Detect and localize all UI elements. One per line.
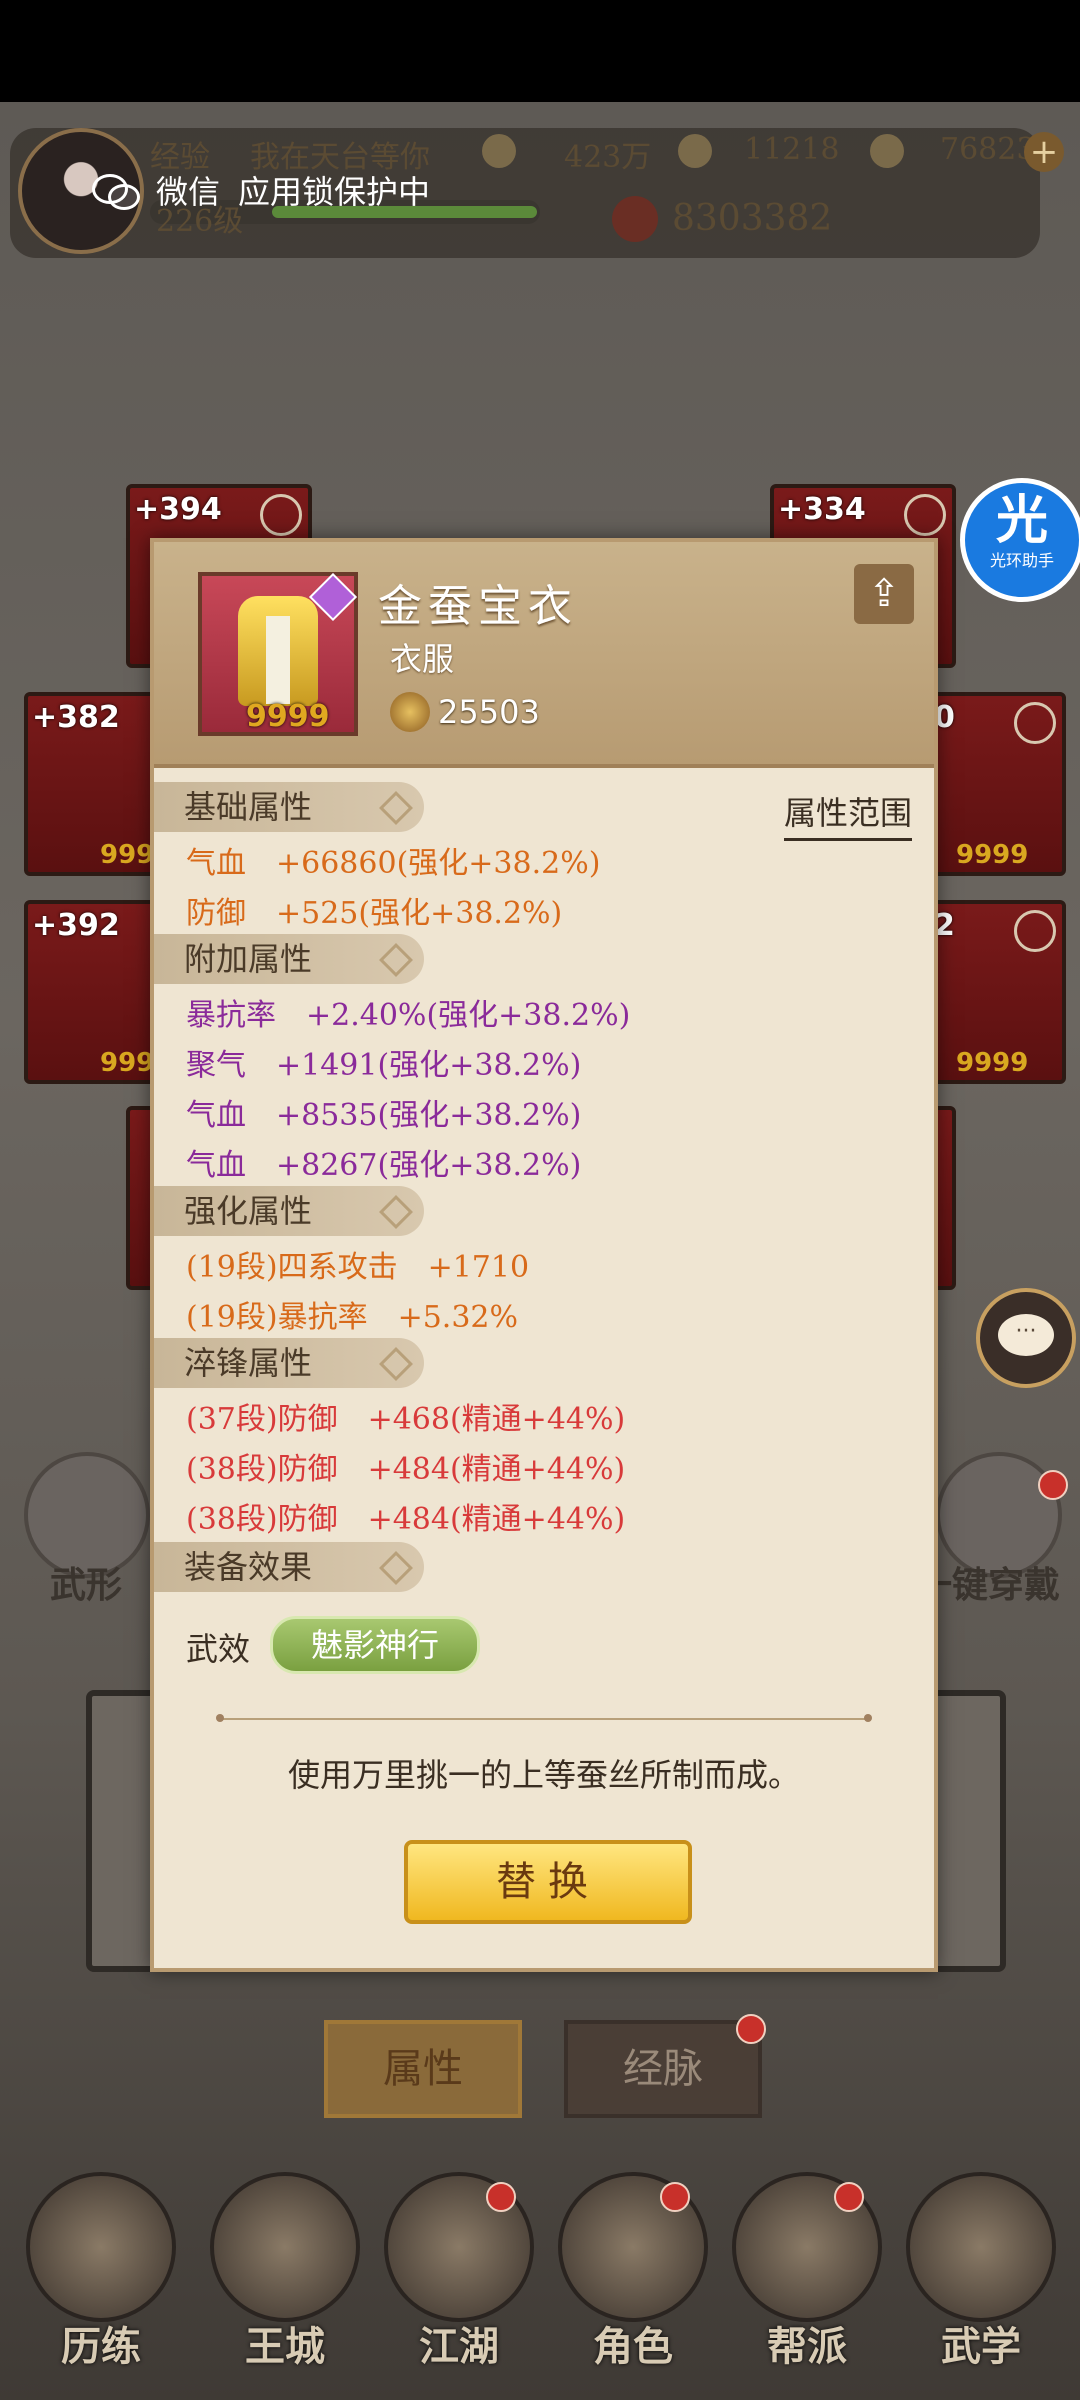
section-extra-label: 附加属性: [184, 940, 313, 978]
notification-dot: [660, 2182, 690, 2212]
section-enhance: 强化属性: [154, 1186, 424, 1236]
temper-stat-row: (38段)防御 +484(精通+44%): [186, 1452, 626, 1487]
halo-logo-label: 光环助手: [989, 551, 1054, 570]
slot-badge-icon: [260, 494, 302, 536]
nav-label: 王城: [245, 2323, 325, 2370]
section-base-label: 基础属性: [184, 788, 313, 826]
royal-city-icon: [210, 2172, 360, 2322]
divider: [220, 1718, 868, 1720]
tab-meridian[interactable]: 经脉: [564, 2020, 762, 2118]
halo-logo-icon: 光: [995, 491, 1048, 551]
nav-label: 武学: [941, 2323, 1021, 2370]
share-button[interactable]: ⇪: [854, 564, 914, 624]
silver-amount: 423万: [564, 140, 652, 175]
notification-banner: 微信 应用锁保护中: [90, 160, 430, 220]
enhance-stat-row: (19段)四系攻击 +1710: [186, 1250, 530, 1285]
nav-jianghu[interactable]: 江湖: [374, 2172, 534, 2392]
notification-app: 微信: [156, 173, 221, 211]
slot-level: +392: [32, 908, 120, 943]
martial-arts-icon: [906, 2172, 1056, 2322]
slot-count: 9999: [956, 1048, 1029, 1078]
slot-badge-icon: [1014, 910, 1056, 952]
nav-royal-city[interactable]: 王城: [200, 2172, 360, 2392]
nav-label: 历练: [61, 2323, 141, 2370]
nav-martial-arts[interactable]: 武学: [896, 2172, 1056, 2392]
notification-text: 应用锁保护中: [238, 173, 431, 211]
notification-dot: [736, 2014, 766, 2044]
wuxiao-skill-button[interactable]: 魅影神行: [270, 1616, 480, 1674]
item-type: 衣服: [390, 640, 455, 678]
item-detail-popup: 9999 金蚕宝衣 衣服 25503 ⇪ 基础属性 属性范围 气血 +66860…: [150, 538, 938, 1972]
training-icon: [26, 2172, 176, 2322]
item-power: 25503: [390, 692, 540, 732]
base-stat-row: 气血 +66860(强化+38.2%): [186, 846, 601, 881]
item-count: 9999: [246, 699, 330, 734]
slot-level: +334: [778, 492, 866, 527]
notification-dot: [486, 2182, 516, 2212]
section-temper: 淬锋属性: [154, 1338, 424, 1388]
halo-assistant-button[interactable]: 光 光环助手: [960, 478, 1080, 602]
slot-level: +394: [134, 492, 222, 527]
section-effect-label: 装备效果: [184, 1548, 313, 1586]
slot-badge-icon: [904, 494, 946, 536]
robe-inner: [266, 616, 290, 704]
silver-icon: [482, 134, 516, 168]
tab-attributes[interactable]: 属性: [324, 2020, 522, 2118]
nav-character[interactable]: 角色: [548, 2172, 708, 2392]
slot-badge-icon: [1014, 702, 1056, 744]
extra-stat-row: 暴抗率 +2.40%(强化+38.2%): [186, 998, 631, 1033]
section-base: 基础属性: [154, 782, 424, 832]
enhance-stat-row: (19段)暴抗率 +5.32%: [186, 1300, 519, 1335]
slot-level: +382: [32, 700, 120, 735]
nav-label: 帮派: [767, 2323, 847, 2370]
ingot-icon: [870, 134, 904, 168]
section-enhance-label: 强化属性: [184, 1192, 313, 1230]
temper-stat-row: (37段)防御 +468(精通+44%): [186, 1402, 626, 1437]
nav-guild[interactable]: 帮派: [722, 2172, 882, 2392]
section-temper-label: 淬锋属性: [184, 1344, 313, 1382]
add-currency-button[interactable]: +: [1024, 132, 1064, 172]
notification-dot: [1038, 1470, 1068, 1500]
slot-count: 9999: [956, 840, 1029, 870]
bottom-nav: 历练 王城 江湖 角色 帮派 武学: [0, 2150, 1080, 2400]
ingot-amount: 76823: [940, 132, 1036, 167]
gold-amount: 11218: [744, 132, 840, 167]
wechat-icon: [90, 170, 140, 210]
power-icon: [612, 196, 658, 242]
temper-stat-row: (38段)防御 +484(精通+44%): [186, 1502, 626, 1537]
nav-label: 角色: [593, 2323, 673, 2370]
section-extra: 附加属性: [154, 934, 424, 984]
player-power: 8303382: [672, 198, 833, 239]
item-name: 金蚕宝衣: [378, 581, 578, 632]
martial-form-label: 武形: [50, 1564, 123, 1606]
nav-label: 江湖: [419, 2323, 499, 2370]
wuxiao-label: 武效: [186, 1630, 251, 1668]
divider-dot: [864, 1714, 872, 1722]
extra-stat-row: 气血 +8267(强化+38.2%): [186, 1148, 582, 1183]
gold-icon: [678, 134, 712, 168]
popup-header: 9999 金蚕宝衣 衣服 25503 ⇪: [154, 542, 934, 768]
item-description: 使用万里挑一的上等蚕丝所制而成。: [287, 1756, 800, 1794]
section-effect: 装备效果: [154, 1542, 424, 1592]
chat-icon: ···: [998, 1314, 1054, 1356]
nav-training[interactable]: 历练: [16, 2172, 176, 2392]
extra-stat-row: 气血 +8535(强化+38.2%): [186, 1098, 582, 1133]
power-icon: [390, 692, 430, 732]
attribute-range-link[interactable]: 属性范围: [783, 788, 912, 841]
divider-dot: [216, 1714, 224, 1722]
chat-button[interactable]: ···: [976, 1288, 1076, 1388]
item-icon-frame: 9999: [198, 572, 358, 736]
status-bar: [0, 0, 1080, 102]
extra-stat-row: 聚气 +1491(强化+38.2%): [186, 1048, 582, 1083]
item-power-value: 25503: [438, 693, 540, 731]
replace-button[interactable]: 替换: [404, 1840, 692, 1924]
base-stat-row: 防御 +525(强化+38.2%): [186, 896, 563, 931]
notification-dot: [834, 2182, 864, 2212]
